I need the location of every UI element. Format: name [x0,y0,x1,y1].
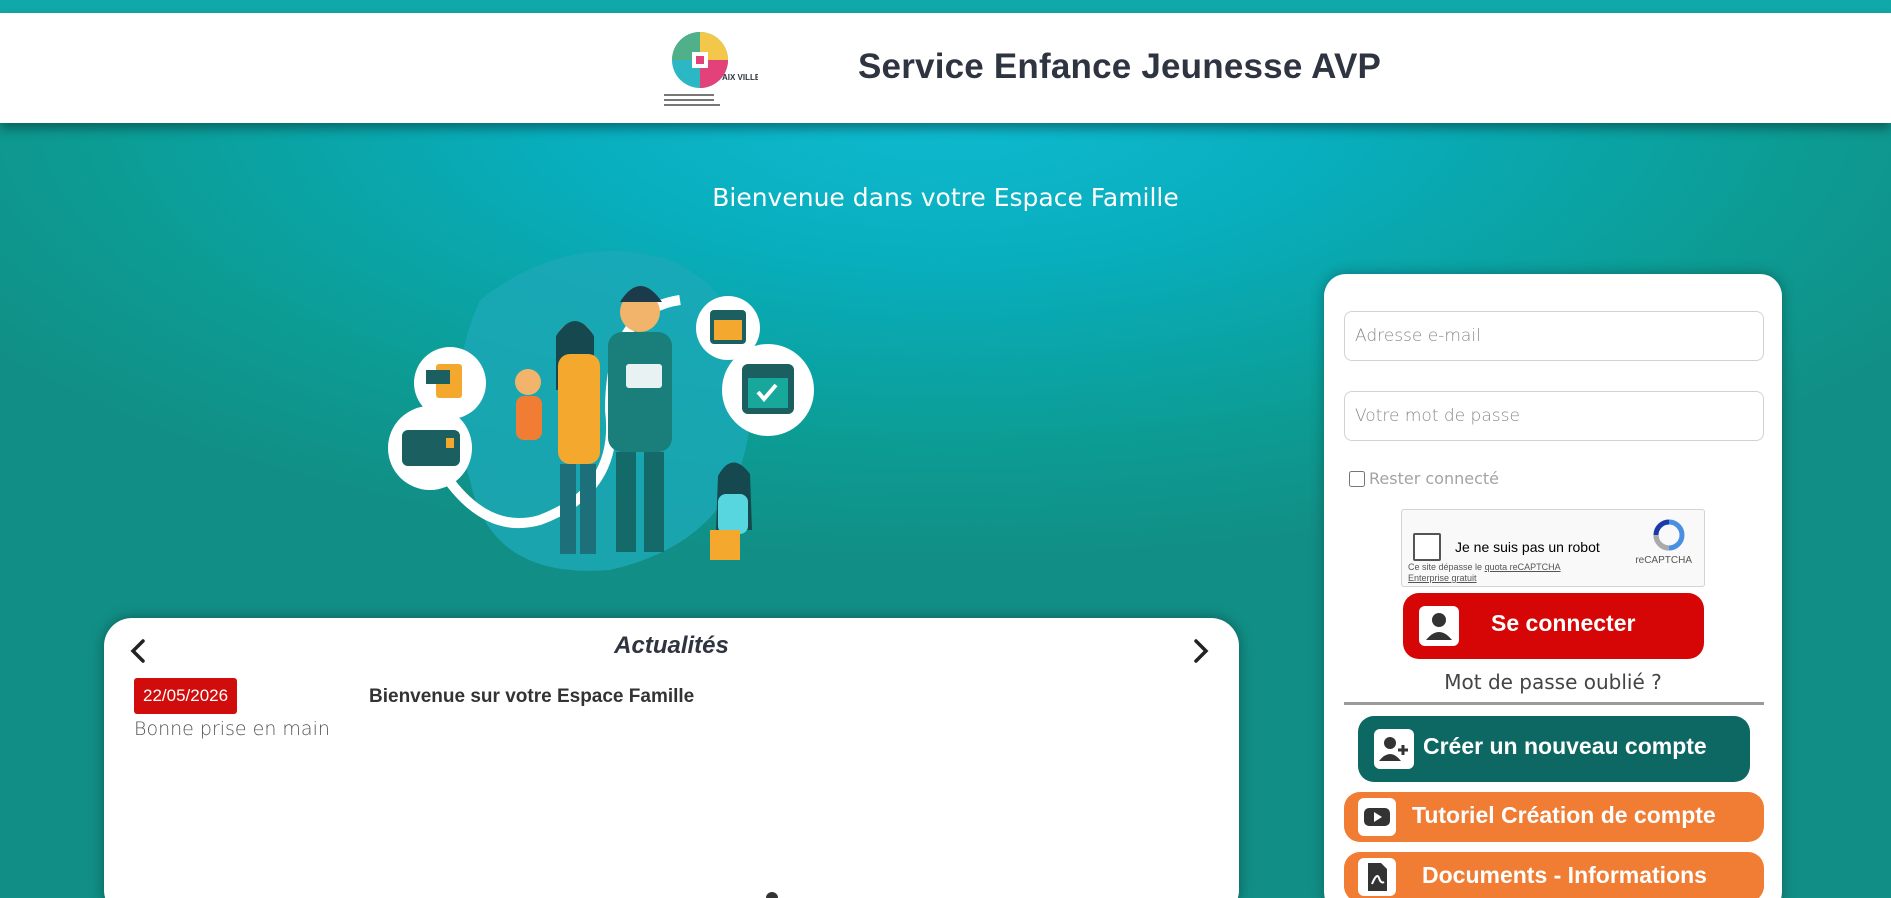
documents-label: Documents - Informations [1422,862,1707,888]
carousel-indicator[interactable] [766,892,778,898]
recaptcha-note-text: Ce site dépasse le [1408,562,1483,572]
recaptcha-icon [1653,519,1685,551]
user-icon [1419,606,1459,646]
create-account-label: Créer un nouveau compte [1423,733,1707,759]
logo-text: AIX VILLEMAUR PÂLIS [722,73,758,82]
recaptcha-label: Je ne suis pas un robot [1455,539,1600,555]
news-title: Actualités [614,632,729,659]
pdf-icon [1358,858,1396,896]
remember-me-label: Rester connecté [1369,469,1499,488]
top-stripe [0,0,1891,13]
remember-me-checkbox[interactable] [1349,470,1365,487]
email-field[interactable] [1344,311,1764,361]
recaptcha-widget: Je ne suis pas un robot Ce site dépasse … [1401,509,1705,587]
remember-me[interactable]: Rester connecté [1349,469,1499,488]
password-field[interactable] [1344,391,1764,441]
login-button[interactable]: Se connecter [1403,593,1704,659]
divider [1344,702,1764,705]
add-user-icon [1374,729,1414,769]
recaptcha-brand: reCAPTCHA [1635,555,1692,566]
site-title: Service Enfance Jeunesse AVP [858,47,1382,86]
family-illustration [388,251,814,571]
welcome-heading: Bienvenue dans votre Espace Famille [712,183,1179,212]
site-logo[interactable]: AIX VILLEMAUR PÂLIS [662,30,758,112]
tutorial-button[interactable]: Tutoriel Création de compte [1344,792,1764,842]
news-card: Actualités 22/05/2026 Bienvenue sur votr… [104,618,1239,898]
login-card: Rester connecté Je ne suis pas un robot … [1324,274,1782,898]
forgot-password-link[interactable]: Mot de passe oublié ? [1324,670,1782,694]
documents-button[interactable]: Documents - Informations [1344,852,1764,898]
chevron-right-icon[interactable] [1189,636,1213,666]
recaptcha-note: Ce site dépasse le quota reCAPTCHA Enter… [1408,562,1598,584]
create-account-button[interactable]: Créer un nouveau compte [1358,716,1750,782]
login-button-label: Se connecter [1491,610,1636,636]
tutorial-label: Tutoriel Création de compte [1412,802,1716,828]
news-headline: Bienvenue sur votre Espace Famille [369,686,695,707]
youtube-icon [1358,798,1396,836]
news-body: Bonne prise en main [134,718,330,740]
site-header: AIX VILLEMAUR PÂLIS Service Enfance Jeun… [0,13,1891,123]
news-date-badge: 22/05/2026 [134,678,238,714]
recaptcha-checkbox[interactable] [1413,533,1441,561]
